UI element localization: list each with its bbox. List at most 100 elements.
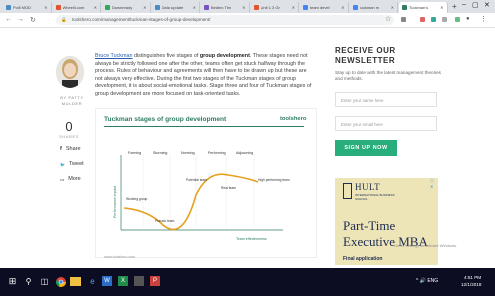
extension-icon[interactable] [431,17,436,22]
browser-tab[interactable]: Wheelli.com ✕ [52,2,101,13]
star-icon[interactable]: ☆ [385,15,391,23]
word-icon[interactable]: W [102,276,112,286]
email-input[interactable]: Enter your email here [335,116,437,131]
clock-date[interactable]: 12/1/2018 [461,282,481,287]
tab-close-icon[interactable]: ✕ [193,5,196,10]
annotation: Potential team [186,178,207,182]
ad-brand: HULT [355,182,381,192]
extension-icon[interactable] [401,17,406,22]
x-axis-label: Team effectiveness [236,237,267,241]
lock-icon: 🔒 [61,17,67,22]
share-twitter-button[interactable]: 🐦 Tweet [60,161,84,167]
browser-tab[interactable]: tuckman m ✕ [349,2,398,13]
tab-title: team devel [310,5,330,10]
tab-title: Unit 1 3 Gr [260,5,280,10]
extension-icon[interactable] [442,17,447,22]
browser-tab[interactable]: team devel ✕ [300,2,349,13]
share-label: More [68,176,81,182]
advertisement[interactable]: HULT INTERNATIONAL BUSINESS SCHOOL Part-… [335,178,438,265]
figure-brand: toolshero [280,116,307,122]
twitter-icon: 🐦 [60,161,65,167]
tab-close-icon[interactable]: ✕ [143,5,146,10]
tab-close-icon[interactable]: ✕ [242,5,245,10]
tuckman-curve-diagram: Forming Storming Norming Performing Adjo… [113,151,290,241]
share-more-button[interactable]: ••• More [60,176,81,182]
url-text[interactable]: toolshero.com/management/tuckman-stages-… [72,17,210,22]
task-view-icon[interactable]: ◫ [38,275,51,288]
app-icon[interactable] [134,276,144,286]
facebook-icon: f [60,146,62,152]
share-label: Share [65,146,81,152]
figure-divider [104,126,304,127]
extension-icon[interactable] [455,17,460,22]
tab-title: Polli MOD [13,5,32,10]
tab-title: Bedtec Tim [211,5,232,10]
browser-tab[interactable]: Polli MOD ✕ [3,2,52,13]
powerpoint-icon[interactable]: P [150,276,160,286]
start-icon[interactable]: ⊞ [6,275,19,288]
favicon-icon [105,5,110,10]
share-facebook-button[interactable]: f Share [60,146,81,152]
author-byline[interactable]: BY PATTY MULDER [50,95,94,107]
clock-time[interactable]: 4:51 PM [464,275,481,280]
y-axis-label: Performance impact [113,186,117,218]
favicon-icon [303,5,308,10]
article-bold: group development [199,53,250,59]
tuckman-link[interactable]: Bruce Tuckman [95,53,132,59]
chrome-icon[interactable] [54,275,67,288]
minimize-button[interactable]: – [462,1,466,8]
excel-icon[interactable]: X [118,276,128,286]
file-explorer-icon[interactable] [70,277,81,286]
tab-close-icon[interactable]: ✕ [94,5,97,10]
tab-close-icon[interactable]: ✕ [391,5,394,10]
newsletter-description: Stay up to date with the latest manageme… [335,70,441,82]
browser-tab[interactable]: Data update ✕ [151,2,200,13]
annotation: High performing team [258,178,290,182]
more-icon: ••• [60,176,65,182]
signup-button[interactable]: SIGN UP NOW [335,140,397,156]
browser-tab[interactable]: Bedtec Tim ✕ [201,2,250,13]
tab-close-icon[interactable]: ✕ [44,5,47,10]
author-avatar [56,56,84,88]
browser-tab[interactable]: Downready ✕ [102,2,151,13]
stage-label: Adjourning [236,151,253,155]
profile-icon[interactable]: ● [466,16,470,22]
browser-tab[interactable]: Tuckman's ✕ [399,2,448,13]
share-label: Tweet [68,161,84,167]
activation-watermark: Go to Settings to activate Windows. [394,243,458,248]
taskbar: ⊞ ⚲ ◫ e W X P ^ 🔊 ENG 4:51 PM 12/1/2018 [0,268,495,296]
ad-subtitle: INTERNATIONAL BUSINESS SCHOOL [355,193,395,201]
close-window-button[interactable]: ✕ [484,1,490,9]
tab-close-icon[interactable]: ✕ [440,5,443,10]
article-text-2: . These stages need not always be strict… [95,53,312,97]
extension-icon[interactable] [420,17,425,22]
maximize-button[interactable]: ▢ [472,1,479,9]
forward-button[interactable]: → [17,16,24,23]
edge-icon[interactable]: e [86,275,99,288]
name-input[interactable]: Enter your name here [335,92,437,107]
stage-label: Forming [128,151,141,155]
new-tab-button[interactable]: + [452,2,457,11]
stage-label: Performing [208,151,226,155]
annotation: Working group [126,197,148,201]
shares-label: SHARES [58,134,80,139]
favicon-icon [402,5,407,10]
reload-button[interactable]: ↻ [30,16,36,24]
favicon-icon [204,5,209,10]
browser-tab[interactable]: Unit 1 3 Gr ✕ [250,2,299,13]
figure-credit: www.toolshero.com [104,255,136,259]
figure-title: Tuckman stages of group development [104,116,227,123]
search-icon[interactable]: ⚲ [22,275,35,288]
stage-label: Storming [153,151,167,155]
tab-title: Data update [161,5,184,10]
tab-close-icon[interactable]: ✕ [292,5,295,10]
ad-choices-icon[interactable]: ⓘ ✕ [430,178,438,189]
system-tray[interactable]: ^ 🔊 ENG [416,278,438,284]
tab-close-icon[interactable]: ✕ [341,5,344,10]
back-button[interactable]: ← [5,16,12,23]
ad-headline: Part-Time [343,218,396,233]
menu-icon[interactable]: ⋮ [480,15,487,23]
favicon-icon [55,5,61,10]
article-paragraph: Bruce Tuckman distinguishes five stages … [95,53,315,99]
tab-title: Tuckman's [409,5,429,10]
